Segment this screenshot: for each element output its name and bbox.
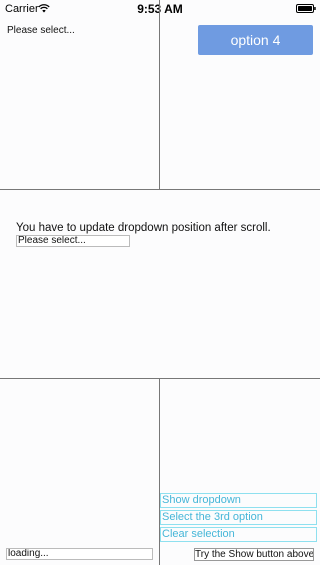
show-dropdown-button[interactable]: Show dropdown bbox=[160, 493, 317, 508]
battery-icon bbox=[296, 4, 316, 13]
try-show-dropdown[interactable]: Try the Show button above bbox=[194, 548, 314, 561]
middle-dropdown[interactable]: Please select... bbox=[16, 235, 130, 247]
top-left-dropdown[interactable]: Please select... bbox=[7, 25, 75, 36]
status-time: 9:53 AM bbox=[137, 2, 183, 16]
app-screen: Carrier 9:53 AM Please select... option … bbox=[0, 0, 320, 565]
scroll-instruction-text: You have to update dropdown position aft… bbox=[16, 222, 271, 234]
select-third-option-button[interactable]: Select the 3rd option bbox=[160, 510, 317, 525]
option-dropdown-button[interactable]: option 4 bbox=[198, 25, 313, 55]
top-divider-vertical bbox=[159, 0, 160, 190]
top-divider-horizontal bbox=[0, 189, 320, 190]
status-bar: Carrier 9:53 AM bbox=[0, 0, 320, 18]
clear-selection-button[interactable]: Clear selection bbox=[160, 527, 317, 542]
loading-dropdown[interactable]: loading... bbox=[6, 548, 153, 560]
bottom-divider-horizontal bbox=[0, 378, 320, 379]
